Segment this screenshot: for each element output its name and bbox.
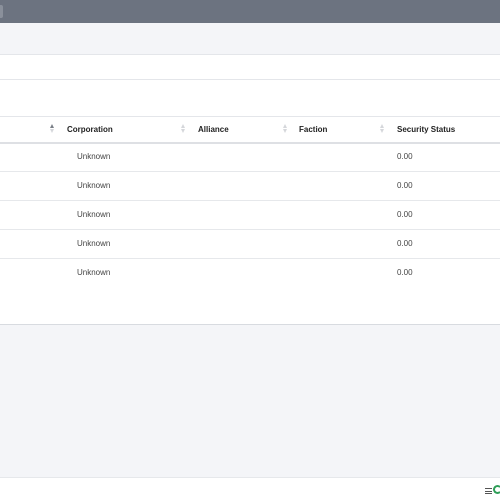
cell-security-status: 0.00 [397,268,413,277]
cell-security-status: 0.00 [397,239,413,248]
sort-icon[interactable] [283,124,288,134]
navbar-toggle-button[interactable] [0,5,3,18]
cell-security-status: 0.00 [397,181,413,190]
table-row: Unknown 0.00 [0,259,500,288]
sort-icon[interactable] [181,124,186,134]
sort-asc-icon[interactable] [50,124,55,134]
refresh-icon[interactable] [493,485,500,494]
cell-corporation: Unknown [77,210,111,219]
column-header-security-status[interactable]: Security Status [397,117,455,143]
filter-bar [0,55,500,80]
sort-icon[interactable] [380,124,385,134]
cell-corporation: Unknown [77,152,111,161]
table-row: Unknown 0.00 [0,172,500,201]
cell-corporation: Unknown [77,181,111,190]
page-subheader [0,23,500,55]
cell-corporation: Unknown [77,239,111,248]
column-header-faction[interactable]: Faction [299,117,327,143]
menu-icon[interactable] [485,488,492,494]
bottom-toolbar [0,477,500,500]
cell-security-status: 0.00 [397,152,413,161]
top-navbar [0,0,500,23]
cell-corporation: Unknown [77,268,111,277]
column-header-corporation[interactable]: Corporation [67,117,113,143]
table-row: Unknown 0.00 [0,201,500,230]
cell-security-status: 0.00 [397,210,413,219]
column-header-alliance[interactable]: Alliance [198,117,229,143]
table-header: Corporation Alliance Faction Security St… [0,116,500,144]
table-row: Unknown 0.00 [0,230,500,259]
characters-table-card: Corporation Alliance Faction Security St… [0,80,500,325]
table-row: Unknown 0.00 [0,143,500,172]
